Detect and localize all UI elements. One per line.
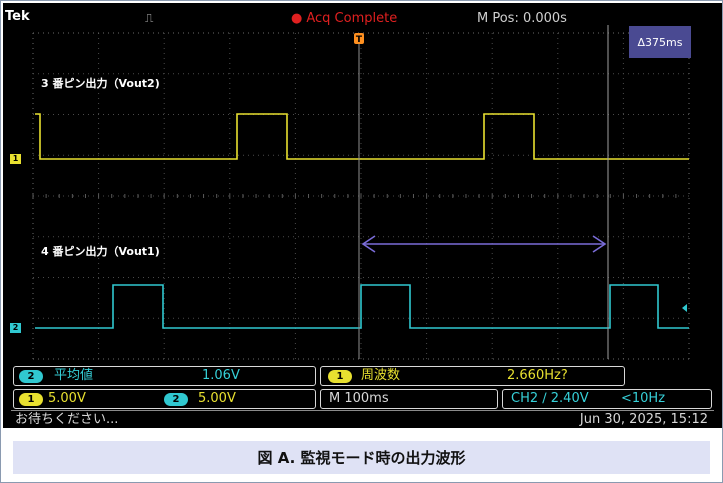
- graticule: T: [32, 25, 690, 360]
- ch1-badge: 1: [328, 370, 352, 383]
- trigger-readout[interactable]: CH2 ∕ 2.40V <10Hz: [502, 389, 712, 409]
- ch2-scale: 5.00V: [198, 391, 236, 406]
- ch2-title: 4 番ピン出力（Vout1): [41, 245, 160, 258]
- measurement-frequency-value: 2.660Hz?: [507, 368, 568, 383]
- svg-text:T: T: [356, 35, 363, 45]
- brand-logo: Tek: [5, 9, 30, 24]
- record-dot-icon: ●: [291, 11, 303, 26]
- ch1-waveform: [35, 113, 689, 160]
- oscilloscope-screen: T Tek ⎍ ● Acq Complete M Pos: 0.000s Δ375…: [3, 3, 722, 428]
- measurement-mean-value: 1.06V: [202, 368, 240, 383]
- figure-frame: T Tek ⎍ ● Acq Complete M Pos: 0.000s Δ375…: [0, 0, 723, 483]
- acquisition-status: ● Acq Complete: [291, 11, 397, 27]
- ch2-badge: 2: [164, 393, 188, 406]
- delta-arrow: [361, 235, 607, 253]
- trigger-frequency: <10Hz: [621, 391, 666, 406]
- graticule-center-ticks: [32, 194, 677, 198]
- ch1-title: 3 番ピン出力（Vout2): [41, 77, 160, 90]
- measurement-frequency-name: 周波数: [361, 368, 401, 383]
- acquisition-status-text: Acq Complete: [306, 11, 398, 26]
- ch2-waveform: [35, 284, 689, 329]
- trigger-level: CH2 ∕ 2.40V: [511, 391, 589, 406]
- trigger-level-icon: [682, 304, 687, 312]
- measurement-mean-name: 平均値: [54, 368, 94, 383]
- timebase[interactable]: M 100ms: [320, 389, 498, 409]
- ch2-badge: 2: [19, 370, 43, 383]
- ch2-ground-marker[interactable]: 2: [10, 323, 21, 333]
- horizontal-position: M Pos: 0.000s: [477, 11, 567, 26]
- figure-caption: 図 A. 監視モード時の出力波形: [13, 441, 710, 474]
- ch1-badge: 1: [19, 393, 43, 406]
- measurement-frequency[interactable]: 1 周波数 2.660Hz?: [320, 366, 625, 386]
- ch1-ground-marker[interactable]: 1: [10, 154, 21, 164]
- message-bar: お待ちください... Jun 30, 2025, 15:12: [11, 410, 714, 428]
- cursor-delta-readout: Δ375ms: [629, 26, 691, 58]
- timebase-value: M 100ms: [329, 391, 389, 406]
- trigger-marker-icon: T: [354, 33, 364, 45]
- ch1-scale: 5.00V: [48, 391, 86, 406]
- vertical-scale[interactable]: 1 5.00V 2 5.00V: [13, 389, 316, 409]
- pulse-icon: ⎍: [145, 11, 154, 25]
- measurement-mean[interactable]: 2 平均値 1.06V: [13, 366, 316, 386]
- datetime: Jun 30, 2025, 15:12: [579, 412, 708, 427]
- status-message: お待ちください...: [15, 412, 119, 427]
